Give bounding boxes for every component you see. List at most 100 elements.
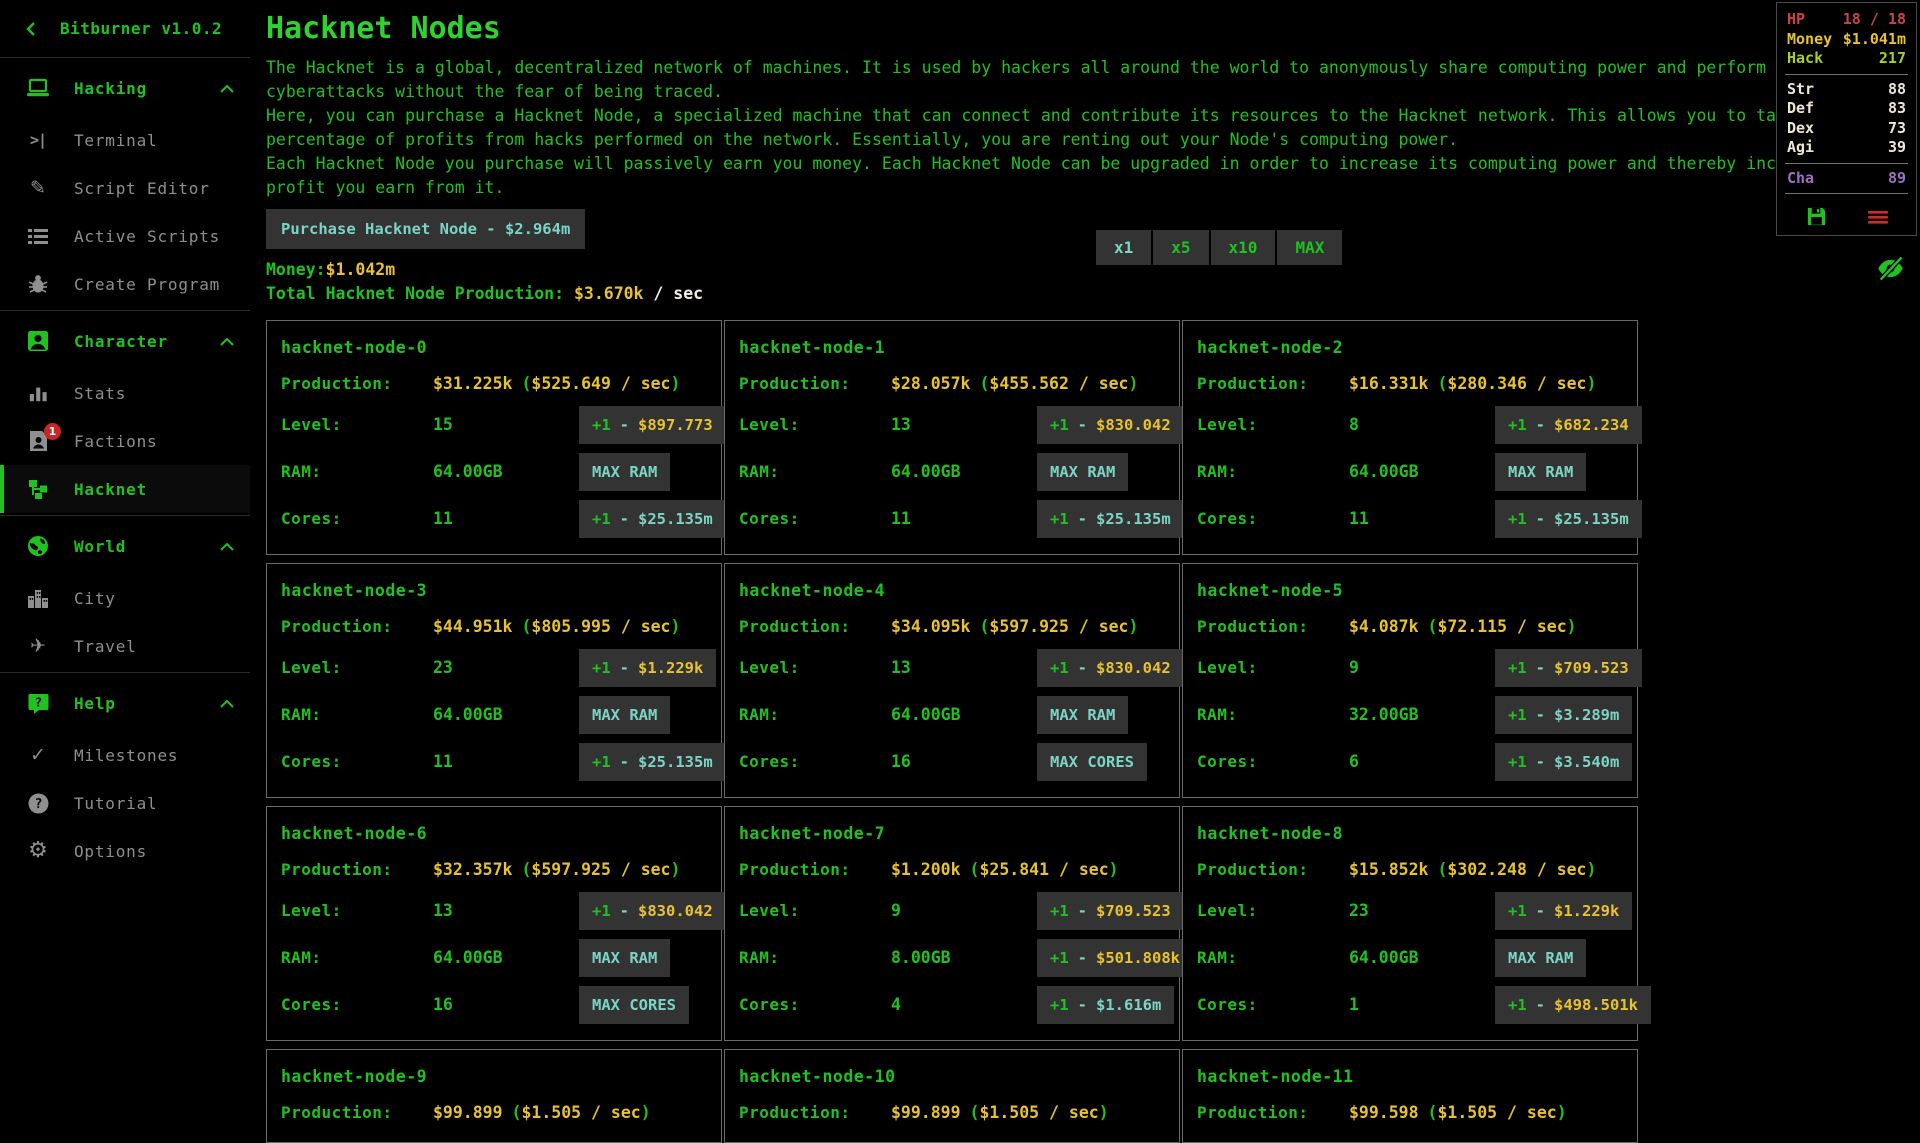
sidebar-group-character: Character Stats 1 Factions Hacknet (0, 311, 250, 516)
sidebar-item-active-scripts[interactable]: Active Scripts (0, 212, 250, 260)
node-level: 9 (891, 901, 1037, 920)
sidebar-item-milestones[interactable]: ✓ Milestones (0, 731, 250, 779)
hacknet-node-card: hacknet-node-11 Production:$99.598($1.50… (1182, 1049, 1638, 1143)
hp-row: HP18 / 18 (1777, 10, 1916, 30)
upgrade-ram-button[interactable]: MAX RAM (579, 696, 670, 734)
svg-text:?: ? (34, 797, 42, 812)
sidebar-item-travel[interactable]: ✈ Travel (0, 622, 250, 670)
hacknet-node-card: hacknet-node-2 Production:$16.331k($280.… (1182, 320, 1638, 555)
upgrade-ram-button[interactable]: +1-$3.289m (1495, 696, 1632, 734)
upgrade-cores-button[interactable]: +1-$25.135m (1495, 500, 1642, 538)
upgrade-level-button[interactable]: +1-$1.229k (1495, 892, 1632, 930)
node-cores: 11 (433, 509, 579, 528)
person-icon (24, 330, 52, 352)
node-ram: 8.00GB (891, 948, 1037, 967)
multiplier-x1-button[interactable]: x1 (1096, 230, 1151, 265)
upgrade-level-button[interactable]: +1-$682.234 (1495, 406, 1642, 444)
sidebar-item-world[interactable]: World (0, 518, 250, 574)
sidebar-item-factions[interactable]: 1 Factions (0, 417, 250, 465)
multiplier-x10-button[interactable]: x10 (1211, 230, 1276, 265)
upgrade-ram-button[interactable]: MAX RAM (1495, 453, 1586, 491)
toggle-overview-visibility-button[interactable] (1869, 254, 1912, 286)
node-ram: 64.00GB (433, 705, 579, 724)
check-icon: ✓ (24, 746, 52, 765)
upgrade-level-button[interactable]: +1-$830.042 (1037, 649, 1184, 687)
upgrade-cores-button[interactable]: +1-$25.135m (579, 743, 726, 781)
node-name: hacknet-node-2 (1197, 329, 1623, 365)
node-production: $99.598($1.505 / sec) (1349, 1103, 1495, 1122)
hacknet-node-card: hacknet-node-4 Production:$34.095k($597.… (724, 563, 1180, 798)
purchase-hacknet-node-button[interactable]: Purchase Hacknet Node - $2.964m (266, 209, 585, 249)
sidebar-item-character[interactable]: Character (0, 313, 250, 369)
node-name: hacknet-node-4 (739, 572, 1165, 608)
upgrade-cores-button[interactable]: +1-$1.616m (1037, 986, 1174, 1024)
bug-icon (24, 274, 52, 294)
upgrade-level-button[interactable]: +1-$897.773 (579, 406, 726, 444)
hack-row: Hack217 (1777, 49, 1916, 69)
kill-scripts-button[interactable] (1867, 207, 1889, 227)
node-name: hacknet-node-11 (1197, 1058, 1623, 1094)
upgrade-ram-button[interactable]: MAX RAM (1495, 939, 1586, 977)
node-level: 23 (1349, 901, 1495, 920)
dex-row: Dex73 (1777, 119, 1916, 139)
sidebar-item-stats[interactable]: Stats (0, 369, 250, 417)
upgrade-cores-button[interactable]: +1-$3.540m (1495, 743, 1632, 781)
node-level: 13 (891, 658, 1037, 677)
description-paragraph: The Hacknet is a global, decentralized n… (266, 56, 1908, 104)
upgrade-ram-button[interactable]: MAX RAM (1037, 453, 1128, 491)
sidebar-item-help[interactable]: ? Help (0, 675, 250, 731)
upgrade-cores-button[interactable]: +1-$498.501k (1495, 986, 1651, 1024)
upgrade-ram-button[interactable]: MAX RAM (1037, 696, 1128, 734)
node-production: $32.357k($597.925 / sec) (433, 860, 579, 879)
upgrade-ram-button[interactable]: MAX RAM (579, 939, 670, 977)
upgrade-ram-button[interactable]: +1-$501.808k (1037, 939, 1193, 977)
app-title: Bitburner v1.0.2 (60, 19, 222, 38)
divider (1785, 193, 1908, 194)
hacknet-description: The Hacknet is a global, decentralized n… (266, 56, 1908, 200)
sidebar-group-hacking: Hacking >| Terminal ✎ Script Editor Acti… (0, 58, 250, 311)
sidebar-item-tutorial[interactable]: ? Tutorial (0, 779, 250, 827)
hacknet-node-grid: hacknet-node-0 Production:$31.225k($525.… (266, 320, 1638, 1143)
hacknet-node-card: hacknet-node-5 Production:$4.087k($72.11… (1182, 563, 1638, 798)
kill-scripts-icon (1867, 207, 1889, 227)
chevron-left-icon (24, 21, 38, 37)
sidebar-item-city[interactable]: City (0, 574, 250, 622)
collapse-sidebar-button[interactable] (20, 17, 42, 41)
node-cores: 4 (891, 995, 1037, 1014)
upgrade-level-button[interactable]: +1-$1.229k (579, 649, 716, 687)
hacknet-node-card: hacknet-node-10 Production:$99.899($1.50… (724, 1049, 1180, 1143)
upgrade-level-button[interactable]: +1-$709.523 (1037, 892, 1184, 930)
upgrade-cores-button[interactable]: MAX CORES (579, 986, 689, 1024)
sidebar-item-terminal[interactable]: >| Terminal (0, 116, 250, 164)
sidebar-item-options[interactable]: ⚙ Options (0, 827, 250, 875)
list-icon (24, 227, 52, 245)
bar-chart-icon (24, 384, 52, 403)
save-game-button[interactable] (1805, 205, 1828, 228)
upgrade-cores-button[interactable]: +1-$25.135m (579, 500, 726, 538)
player-money-value: $1.042m (326, 260, 396, 279)
sidebar-item-hacking[interactable]: Hacking (0, 60, 250, 116)
svg-text:?: ? (34, 694, 42, 709)
hack-value: 217 (1879, 49, 1906, 69)
multiplier-x5-button[interactable]: x5 (1153, 230, 1208, 265)
node-level: 9 (1349, 658, 1495, 677)
cha-row: Cha89 (1777, 169, 1916, 189)
money-row: Money$1.041m (1777, 30, 1916, 50)
upgrade-level-button[interactable]: +1-$709.523 (1495, 649, 1642, 687)
upgrade-ram-button[interactable]: MAX RAM (579, 453, 670, 491)
sidebar-item-create-program[interactable]: Create Program (0, 260, 250, 308)
gear-icon: ⚙ (24, 840, 52, 862)
sidebar-header: Bitburner v1.0.2 (0, 0, 250, 58)
upgrade-cores-button[interactable]: MAX CORES (1037, 743, 1147, 781)
upgrade-cores-button[interactable]: +1-$25.135m (1037, 500, 1184, 538)
help-bubble-icon: ? (24, 693, 52, 714)
sidebar-item-script-editor[interactable]: ✎ Script Editor (0, 164, 250, 212)
upgrade-level-button[interactable]: +1-$830.042 (579, 892, 726, 930)
node-production: $31.225k($525.649 / sec) (433, 374, 579, 393)
upgrade-level-button[interactable]: +1-$830.042 (1037, 406, 1184, 444)
node-name: hacknet-node-8 (1197, 815, 1623, 851)
airplane-icon: ✈ (24, 637, 52, 656)
multiplier-max-button[interactable]: MAX (1277, 230, 1342, 265)
contact-card-icon: 1 (24, 430, 52, 452)
sidebar-item-hacknet[interactable]: Hacknet (0, 465, 250, 513)
